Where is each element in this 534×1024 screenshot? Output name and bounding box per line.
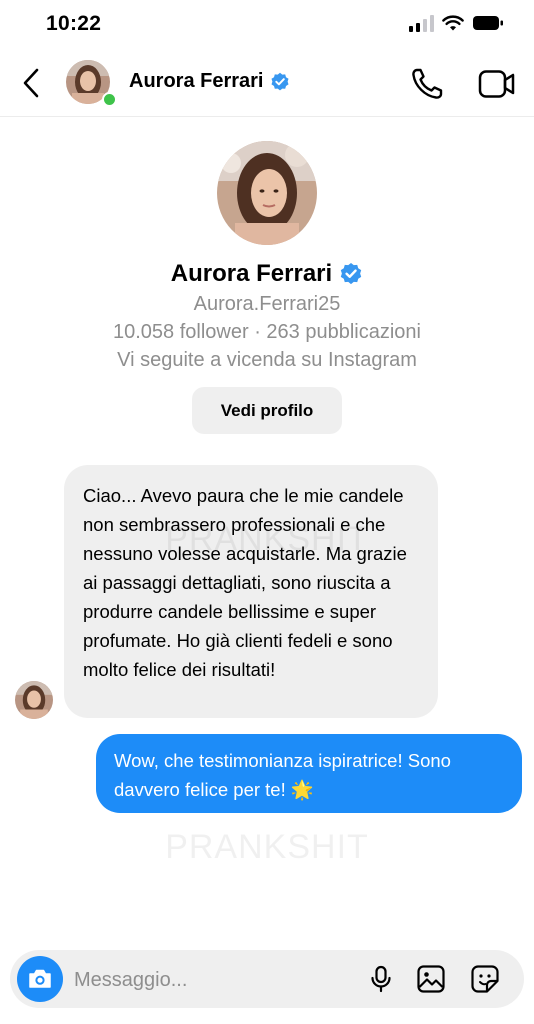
profile-stats: 10.058 follower · 263 pubblicazioni [113, 321, 421, 343]
outgoing-message-bubble[interactable]: Wow, che testimonianza ispiratrice! Sono… [96, 734, 522, 813]
profile-photo [217, 141, 317, 245]
mutual-follow-text: Vi seguite a vicenda su Instagram [117, 349, 417, 371]
profile-username: Aurora.Ferrari25 [193, 293, 341, 315]
sticker-button[interactable] [470, 964, 500, 994]
online-status-dot [102, 92, 117, 107]
avatar-photo [15, 681, 53, 719]
status-icons [409, 14, 504, 32]
voice-call-button[interactable] [408, 65, 446, 103]
gallery-button[interactable] [416, 964, 446, 994]
camera-button[interactable] [17, 956, 63, 1002]
gallery-icon [417, 965, 445, 993]
microphone-button[interactable] [366, 964, 396, 994]
message-composer [10, 950, 524, 1008]
microphone-icon [371, 965, 391, 993]
camera-icon [29, 969, 51, 988]
sticker-icon [471, 965, 499, 993]
profile-avatar[interactable] [217, 141, 317, 245]
signal-icon [409, 14, 434, 32]
profile-name-row: Aurora Ferrari [0, 260, 534, 288]
wifi-icon [442, 14, 464, 30]
back-icon [23, 68, 39, 98]
status-time: 10:22 [46, 12, 102, 35]
header-title[interactable]: Aurora Ferrari [129, 70, 290, 93]
view-profile-button[interactable]: Vedi profilo [192, 387, 342, 434]
header-name: Aurora Ferrari [129, 70, 264, 92]
verified-badge-icon [340, 262, 362, 285]
video-icon [478, 70, 515, 98]
phone-icon [412, 68, 443, 99]
profile-name: Aurora Ferrari [170, 260, 333, 287]
message-sender-avatar[interactable] [15, 681, 53, 719]
watermark: PRANKSHIT [165, 828, 369, 866]
verified-badge-icon [271, 72, 288, 90]
status-bar: 10:22 [0, 0, 534, 48]
chat-header: Aurora Ferrari [0, 52, 534, 117]
video-call-button[interactable] [477, 65, 517, 103]
back-button[interactable] [16, 66, 46, 100]
battery-icon [473, 16, 503, 30]
incoming-message-bubble[interactable]: Ciao... Avevo paura che le mie candele n… [64, 465, 438, 718]
message-input[interactable] [72, 960, 346, 1000]
